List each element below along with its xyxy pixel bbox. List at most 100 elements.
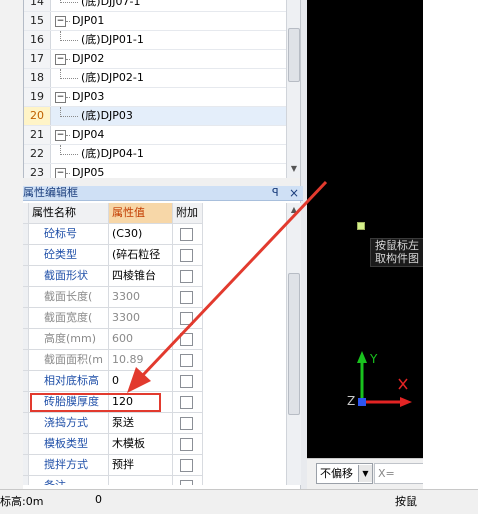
tree-row[interactable]: 15− DJP01	[24, 12, 287, 31]
snap-point-icon	[357, 222, 365, 230]
property-value[interactable]: 10.89	[109, 350, 173, 371]
extra-cell	[173, 392, 203, 413]
tree-row[interactable]: 18 (底)DJP02-1	[24, 69, 287, 88]
chevron-down-icon[interactable]: ▼	[358, 465, 372, 482]
extra-cell	[173, 245, 203, 266]
tree-row[interactable]: 20 (底)DJP03	[24, 107, 287, 126]
tree-row[interactable]: 22 (底)DJP04-1	[24, 145, 287, 164]
grid-scroll-up-icon[interactable]: ▲	[287, 205, 301, 214]
extra-cell	[173, 287, 203, 308]
collapse-toggle-icon[interactable]: −	[55, 54, 66, 65]
property-row[interactable]: 模板类型 木模板	[23, 434, 287, 455]
right-white-area	[423, 0, 478, 489]
tree-row-number: 18	[24, 69, 51, 87]
extra-checkbox[interactable]	[180, 228, 193, 241]
property-grid[interactable]: 属性名称 属性值 附加 砼标号 (C30) 砼类型 (碎石粒径 截面形状 四棱锥台 截面长度…	[23, 203, 287, 485]
collapse-toggle-icon[interactable]: −	[55, 168, 66, 178]
tree-row-label: (底)DJP01-1	[81, 33, 144, 46]
tree-row[interactable]: 23− DJP05	[24, 164, 287, 178]
tree-row[interactable]: 21− DJP04	[24, 126, 287, 145]
extra-cell	[173, 455, 203, 476]
tree-connector	[60, 116, 78, 117]
property-value[interactable]: (碎石粒径	[109, 245, 173, 266]
offset-select[interactable]: 不偏移 ▼	[316, 463, 373, 484]
drawing-canvas[interactable]: Y X Z	[307, 0, 423, 458]
property-name: 备注	[29, 476, 109, 485]
property-row[interactable]: 砼类型 (碎石粒径	[23, 245, 287, 266]
grid-scrollbar[interactable]: ▲	[286, 203, 301, 485]
property-row[interactable]: 高度(mm) 600	[23, 329, 287, 350]
x-input[interactable]: X=	[374, 463, 425, 484]
extra-checkbox[interactable]	[180, 417, 193, 430]
tree-scrollbar[interactable]: ▼	[286, 0, 301, 178]
extra-checkbox[interactable]	[180, 375, 193, 388]
property-value[interactable]: 泵送	[109, 413, 173, 434]
property-name: 浇捣方式	[29, 413, 109, 434]
extra-cell	[173, 371, 203, 392]
extra-cell	[173, 266, 203, 287]
tree-scroll-down-icon[interactable]: ▼	[287, 164, 301, 173]
property-row[interactable]: 截面宽度(3300	[23, 308, 287, 329]
tree-row[interactable]: 14 (底)DJJ07-1	[24, 0, 287, 12]
extra-checkbox[interactable]	[180, 480, 193, 485]
extra-checkbox[interactable]	[180, 354, 193, 367]
property-name: 截面宽度(	[29, 308, 109, 329]
property-value[interactable]: 0	[109, 371, 173, 392]
tree-row-number: 20	[24, 107, 51, 125]
extra-checkbox[interactable]	[180, 249, 193, 262]
tree-row-label: DJP01	[72, 14, 105, 27]
property-value[interactable]: 3300	[109, 308, 173, 329]
tree-scroll-thumb[interactable]	[288, 28, 300, 82]
property-row[interactable]: 截面形状 四棱锥台	[23, 266, 287, 287]
extra-checkbox[interactable]	[180, 291, 193, 304]
tree-row[interactable]: 17− DJP02	[24, 50, 287, 69]
tree-row-number: 15	[24, 12, 51, 30]
property-row[interactable]: 截面长度(3300	[23, 287, 287, 308]
property-value[interactable]: 预拌	[109, 455, 173, 476]
property-value[interactable]: 木模板	[109, 434, 173, 455]
property-name: 截面长度(	[29, 287, 109, 308]
tree-row-number: 19	[24, 88, 51, 106]
extra-checkbox[interactable]	[180, 438, 193, 451]
close-icon[interactable]: ×	[289, 186, 299, 200]
property-row[interactable]: 浇捣方式 泵送	[23, 413, 287, 434]
property-row[interactable]: 截面面积(m 10.89	[23, 350, 287, 371]
collapse-toggle-icon[interactable]: −	[55, 16, 66, 27]
extra-checkbox[interactable]	[180, 459, 193, 472]
pin-icon[interactable]: ꟼ	[272, 186, 279, 200]
extra-checkbox[interactable]	[180, 333, 193, 346]
component-tree[interactable]: 14 (底)DJJ07-1 15− DJP01 16 (底)DJP01-1 17− DJP02…	[23, 0, 287, 178]
extra-cell	[173, 476, 203, 485]
tree-connector	[60, 78, 78, 79]
property-value[interactable]: 600	[109, 329, 173, 350]
property-name: 模板类型	[29, 434, 109, 455]
tree-row-number: 21	[24, 126, 51, 144]
collapse-toggle-icon[interactable]: −	[55, 130, 66, 141]
property-row[interactable]: 砼标号 (C30)	[23, 224, 287, 245]
property-name: 截面面积(m	[29, 350, 109, 371]
tree-row[interactable]: 19− DJP03	[24, 88, 287, 107]
property-row[interactable]: 相对底标高 0	[23, 371, 287, 392]
tree-row-number: 17	[24, 50, 51, 68]
property-name: 截面形状	[29, 266, 109, 287]
tree-row-number: 22	[24, 145, 51, 163]
tree-row[interactable]: 16 (底)DJP01-1	[24, 31, 287, 50]
collapse-toggle-icon[interactable]: −	[55, 92, 66, 103]
axis-z-label: Z	[347, 394, 356, 408]
property-value[interactable]	[109, 476, 173, 485]
grid-scroll-thumb[interactable]	[288, 273, 300, 415]
extra-checkbox[interactable]	[180, 312, 193, 325]
extra-cell	[173, 434, 203, 455]
property-value[interactable]: 四棱锥台	[109, 266, 173, 287]
property-value[interactable]: (C30)	[109, 224, 173, 245]
tree-row-label: DJP02	[72, 52, 105, 65]
extra-checkbox[interactable]	[180, 396, 193, 409]
extra-cell	[173, 224, 203, 245]
property-row[interactable]: 备注	[23, 476, 287, 485]
extra-checkbox[interactable]	[180, 270, 193, 283]
property-row[interactable]: 搅拌方式 预拌	[23, 455, 287, 476]
tree-row-label: (底)DJP02-1	[81, 71, 144, 84]
property-value[interactable]: 3300	[109, 287, 173, 308]
status-mid: 0	[95, 493, 102, 506]
tree-connector	[66, 59, 70, 60]
